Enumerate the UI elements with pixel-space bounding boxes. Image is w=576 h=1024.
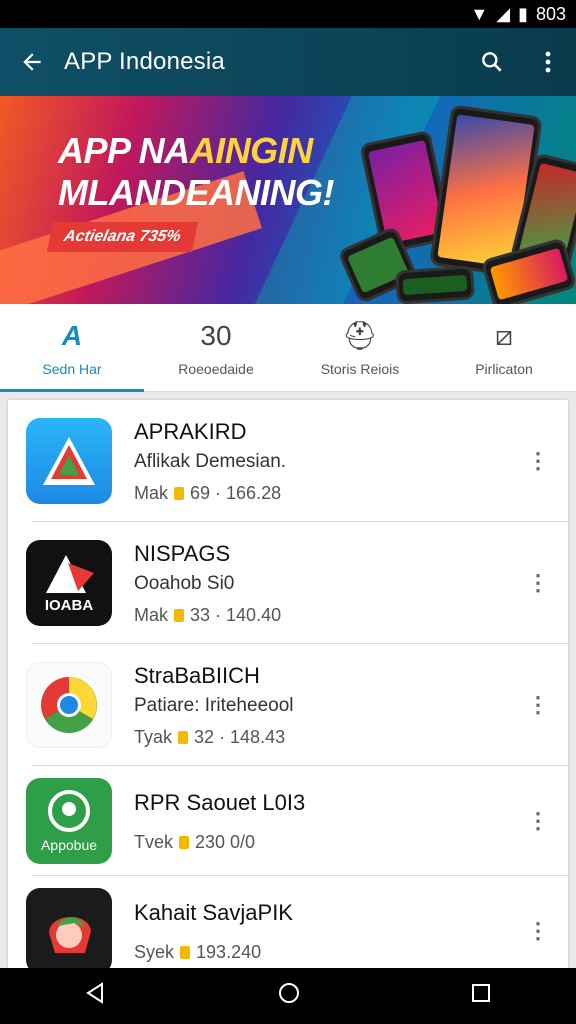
app-name: RPR Saouet L0I3 bbox=[134, 789, 306, 815]
back-arrow-icon[interactable] bbox=[0, 28, 64, 96]
home-circle-icon[interactable] bbox=[277, 981, 301, 1012]
app-name: StraBaBIICH bbox=[134, 662, 260, 688]
app-icon bbox=[26, 418, 112, 504]
app-bar: APP Indonesia bbox=[0, 28, 576, 96]
more-vert-icon[interactable]: ⋮ bbox=[518, 685, 558, 725]
app-name: Kahait SavjaPIK bbox=[134, 899, 293, 925]
tab-icon: ⛑ bbox=[342, 319, 378, 351]
coin-icon bbox=[179, 835, 190, 849]
list-item[interactable]: IOABA NISPAGS Ooahob Si0 Mak 33 · 140.40 … bbox=[8, 522, 568, 644]
app-icon bbox=[26, 662, 112, 748]
status-time: 803 bbox=[535, 3, 566, 24]
wifi-icon: ▼ bbox=[470, 3, 489, 24]
tab-icon: 30 bbox=[200, 319, 232, 351]
app-meta: Tvek 230 0/0 bbox=[134, 831, 256, 852]
tab-3[interactable]: ⧄ Pirlicaton bbox=[432, 304, 576, 391]
tab-label: Storis Reiois bbox=[320, 360, 400, 377]
battery-icon: ▮ bbox=[518, 3, 528, 24]
list-item[interactable]: APRAKIRD Aflikak Demesian. Mak 69 · 166.2… bbox=[8, 400, 568, 522]
phone-illustration bbox=[394, 265, 476, 304]
search-icon[interactable] bbox=[464, 28, 520, 96]
app-subtitle: Ooahob Si0 bbox=[134, 572, 235, 594]
status-bar: ▼ ◢ ▮ 803 bbox=[0, 0, 576, 28]
signal-icon: ◢ bbox=[496, 3, 511, 24]
promo-banner[interactable]: APP NAAINGIN MLANDEANING! Actielana 735% bbox=[0, 96, 576, 304]
tab-label: Sedn Har bbox=[42, 360, 102, 377]
more-vert-icon[interactable] bbox=[520, 28, 576, 96]
app-name: NISPAGS bbox=[134, 540, 231, 566]
more-vert-icon[interactable]: ⋮ bbox=[518, 911, 558, 951]
coin-icon bbox=[178, 730, 189, 744]
app-meta: Tyak 32 · 148.43 bbox=[134, 726, 286, 747]
tab-icon: A bbox=[61, 319, 83, 351]
more-vert-icon[interactable]: ⋮ bbox=[518, 563, 558, 603]
app-meta: Syek 193.240 bbox=[134, 941, 262, 962]
back-triangle-icon[interactable] bbox=[84, 981, 108, 1012]
list-item[interactable]: StraBaBIICH Patiare: Iriteheeool Tyak 32 … bbox=[8, 644, 568, 766]
banner-headline-2: MLANDEANING! bbox=[58, 172, 334, 213]
app-meta: Mak 33 · 140.40 bbox=[134, 604, 282, 625]
tab-1[interactable]: 30 Roeoedaide bbox=[144, 304, 288, 391]
coin-icon bbox=[174, 608, 185, 622]
app-meta: Mak 69 · 166.28 bbox=[134, 482, 282, 503]
tab-bar: A Sedn Har 30 Roeoedaide ⛑ Storis Reiois… bbox=[0, 304, 576, 392]
list-item[interactable]: Kahait SavjaPIK Syek 193.240 ⋮ bbox=[8, 876, 568, 968]
app-subtitle: Patiare: Iriteheeool bbox=[134, 694, 294, 716]
app-icon-text: IOABA bbox=[44, 596, 94, 614]
tab-icon: ⧄ bbox=[495, 319, 513, 351]
recents-square-icon[interactable] bbox=[470, 982, 492, 1011]
tab-label: Pirlicaton bbox=[475, 360, 533, 377]
app-icon: IOABA bbox=[26, 540, 112, 626]
banner-headline-1: APP NAAINGIN bbox=[58, 130, 313, 171]
tab-2[interactable]: ⛑ Storis Reiois bbox=[288, 304, 432, 391]
system-nav-bar bbox=[0, 968, 576, 1024]
app-subtitle: Aflikak Demesian. bbox=[134, 450, 287, 472]
coin-icon bbox=[180, 945, 191, 959]
more-vert-icon[interactable]: ⋮ bbox=[518, 801, 558, 841]
more-vert-icon[interactable]: ⋮ bbox=[518, 441, 558, 481]
page-title: APP Indonesia bbox=[64, 48, 225, 75]
list-item[interactable]: Appobue RPR Saouet L0I3 Tvek 230 0/0 ⋮ bbox=[8, 766, 568, 876]
app-icon: Appobue bbox=[26, 778, 112, 864]
coin-icon bbox=[174, 486, 185, 500]
app-name: APRAKIRD bbox=[134, 418, 247, 444]
banner-discount-pill: Actielana 735% bbox=[46, 222, 198, 252]
app-list: APRAKIRD Aflikak Demesian. Mak 69 · 166.2… bbox=[8, 400, 568, 968]
tab-label: Roeoedaide bbox=[178, 360, 254, 377]
tab-0[interactable]: A Sedn Har bbox=[0, 304, 144, 392]
app-icon bbox=[26, 888, 112, 968]
app-icon-text: Appobue bbox=[40, 837, 98, 853]
